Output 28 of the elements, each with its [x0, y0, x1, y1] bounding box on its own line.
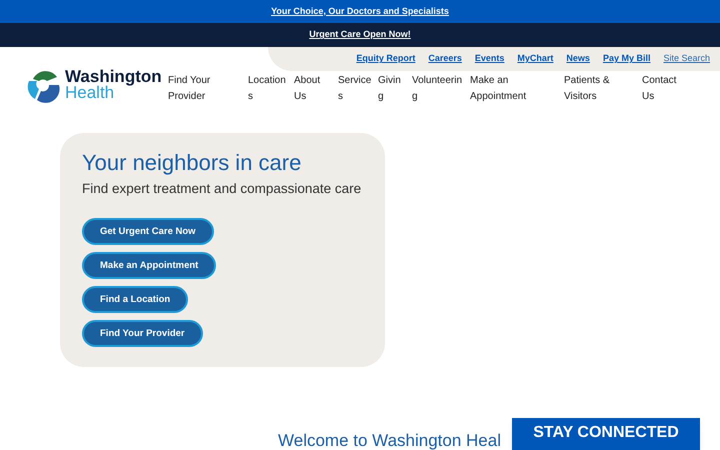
alert-link[interactable]: Urgent Care Open Now! — [309, 28, 411, 42]
utility-link[interactable]: Equity Report — [356, 52, 416, 66]
hero-button[interactable]: Find Your Provider — [82, 320, 203, 348]
logo-text: Washington — [65, 69, 162, 85]
nav-link[interactable]: Volunteering — [412, 73, 470, 105]
nav-link[interactable]: Make an Appointment — [470, 73, 564, 105]
hero-button[interactable]: Make an Appointment — [82, 252, 216, 280]
nav-link[interactable]: Giving — [378, 73, 412, 105]
nav-link[interactable]: Contact Us — [642, 73, 686, 105]
welcome-heading: Welcome to Washington Heal — [278, 430, 501, 450]
nav-link[interactable]: Patients & Visitors — [564, 73, 642, 105]
nav-link[interactable]: Locations — [248, 73, 294, 105]
utility-link[interactable]: Events — [474, 52, 504, 66]
nav-link[interactable]: About Us — [294, 73, 338, 105]
logo-subtext: Health — [65, 85, 114, 101]
utility-link[interactable]: Careers — [428, 52, 462, 66]
nav-link[interactable]: Find Your Provider — [168, 73, 248, 105]
hero-button[interactable]: Find a Location — [82, 286, 188, 314]
utility-link[interactable]: Pay My Bill — [602, 52, 650, 66]
utility-link[interactable]: News — [566, 52, 590, 66]
nav-link[interactable]: Services — [338, 73, 378, 105]
hero-button[interactable]: Get Urgent Care Now — [82, 218, 214, 246]
stay-connected-button[interactable]: STAY CONNECTED — [512, 418, 700, 450]
hero-title: Your neighbors in care — [82, 149, 302, 177]
hero-subtitle: Find expert treatment and compassionate care — [82, 180, 362, 198]
site-search-link[interactable]: Site Search — [663, 52, 710, 66]
utility-link[interactable]: MyChart — [517, 52, 554, 66]
promo-link[interactable]: Your Choice, Our Doctors and Specialists — [271, 4, 449, 18]
